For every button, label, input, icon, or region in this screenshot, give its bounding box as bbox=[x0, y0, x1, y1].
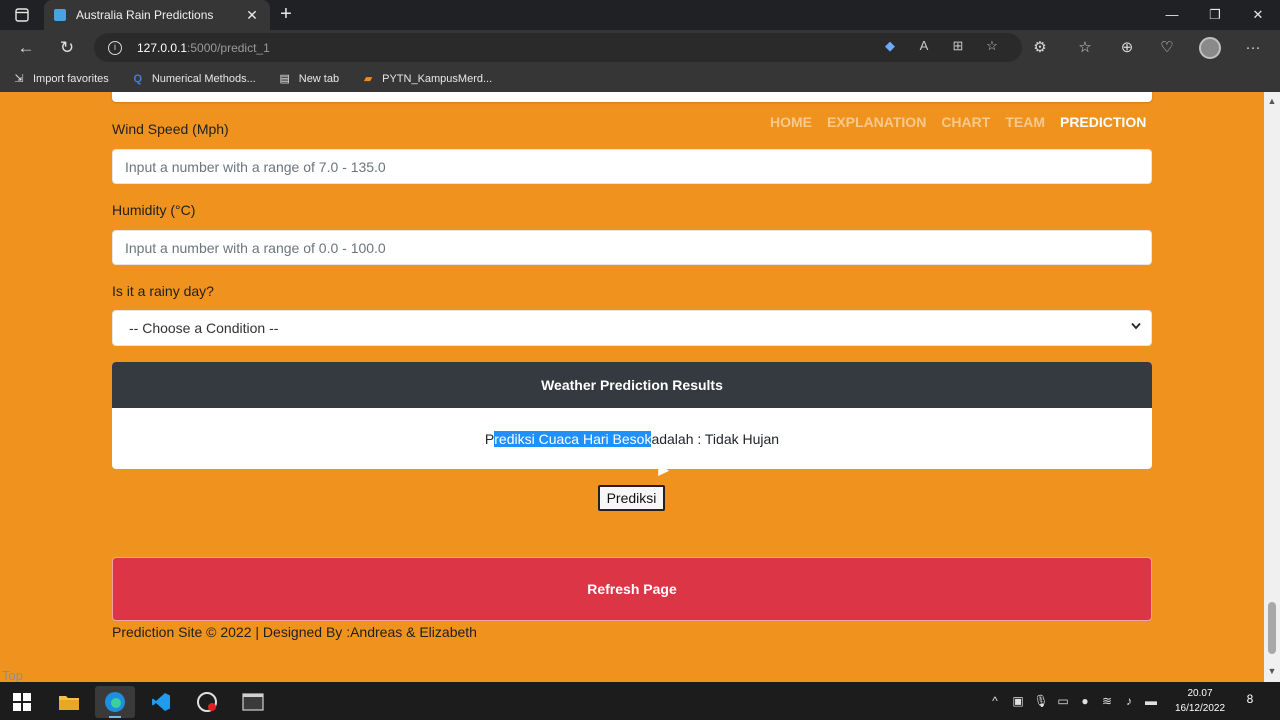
url-host: 127.0.0.1 bbox=[137, 40, 188, 55]
color-app-icon[interactable]: ● bbox=[1077, 693, 1093, 709]
page-viewport: HOME EXPLANATION CHART TEAM PREDICTION W… bbox=[0, 92, 1264, 682]
profile-avatar[interactable] bbox=[1199, 37, 1221, 59]
wind-speed-input[interactable] bbox=[112, 149, 1152, 184]
results-body: Prediksi Cuaca Hari Besok adalah : Tidak… bbox=[112, 408, 1152, 469]
result-text-prefix: P bbox=[484, 430, 495, 447]
favorite-import[interactable]: ⇲ Import favorites bbox=[12, 72, 109, 86]
nav-link-explanation[interactable]: EXPLANATION bbox=[827, 114, 926, 130]
recorder-icon bbox=[197, 692, 217, 712]
refresh-page-button[interactable]: Refresh Page bbox=[112, 557, 1152, 621]
tab-close-icon[interactable]: ✕ bbox=[244, 7, 260, 24]
clock-date: 16/12/2022 bbox=[1174, 703, 1226, 714]
prediction-results-card: Weather Prediction Results Prediksi Cuac… bbox=[112, 362, 1152, 469]
windows-logo-icon bbox=[13, 693, 31, 711]
site-info-icon[interactable]: i bbox=[108, 40, 122, 55]
battery-saver-icon[interactable]: ▭ bbox=[1055, 693, 1071, 709]
import-icon: ⇲ bbox=[14, 73, 24, 85]
add-favorite-icon[interactable]: ☆ bbox=[980, 34, 1004, 58]
q-icon: Q bbox=[133, 72, 143, 85]
wind-speed-label: Wind Speed (Mph) bbox=[112, 121, 229, 137]
favorites-bar: ⇲ Import favorites Q Numerical Methods..… bbox=[0, 65, 1280, 92]
start-button[interactable] bbox=[2, 686, 42, 718]
new-tab-icon[interactable]: + bbox=[276, 4, 296, 26]
notification-center-icon[interactable]: 8 bbox=[1240, 692, 1260, 710]
favorite-label: Import favorites bbox=[33, 72, 109, 85]
favorite-label: New tab bbox=[298, 72, 340, 85]
result-text-suffix: adalah : Tidak Hujan bbox=[651, 430, 780, 447]
obs-taskbar-button[interactable] bbox=[187, 686, 227, 718]
scroll-thumb[interactable] bbox=[1268, 602, 1276, 654]
collections-icon[interactable]: ⊕ bbox=[1115, 36, 1139, 60]
nav-link-team[interactable]: TEAM bbox=[1005, 114, 1045, 130]
close-window-icon[interactable]: ✕ bbox=[1243, 4, 1273, 26]
terminal-taskbar-button[interactable] bbox=[233, 686, 273, 718]
site-favicon-icon bbox=[54, 9, 66, 21]
footer-credit: Prediction Site © 2022 | Designed By :An… bbox=[112, 624, 477, 640]
file-explorer-taskbar-button[interactable] bbox=[49, 686, 89, 718]
extensions-icon[interactable]: ⚙ bbox=[1028, 36, 1052, 60]
system-clock[interactable]: 20.07 16/12/2022 bbox=[1170, 686, 1230, 716]
clock-time: 20.07 bbox=[1187, 688, 1213, 699]
chevron-up-icon[interactable]: ^ bbox=[987, 693, 1003, 709]
refresh-icon[interactable]: ↻ bbox=[55, 36, 79, 60]
tray-app-icon[interactable]: ▣ bbox=[1010, 693, 1026, 709]
nav-link-prediction[interactable]: PREDICTION bbox=[1060, 114, 1146, 130]
speaker-icon[interactable]: ♪ bbox=[1121, 693, 1137, 709]
browser-tab-strip: Australia Rain Predictions ✕ + — ❐ ✕ bbox=[0, 0, 1280, 30]
browser-essentials-icon[interactable]: ♡ bbox=[1155, 36, 1179, 60]
restore-icon[interactable]: ❐ bbox=[1200, 4, 1230, 26]
kampus-icon: ▰ bbox=[363, 73, 373, 85]
select-value: -- Choose a Condition -- bbox=[129, 320, 279, 336]
newtab-icon: ▤ bbox=[279, 73, 290, 85]
notification-count: 8 bbox=[1246, 692, 1254, 706]
window-icon bbox=[242, 693, 264, 711]
back-icon[interactable]: ← bbox=[14, 36, 38, 60]
read-aloud-icon[interactable]: A bbox=[912, 34, 936, 58]
browser-toolbar: ← ↻ i 127.0.0.1:5000/predict_1 ◆ A ⊞ ☆ ⚙… bbox=[0, 30, 1280, 65]
favorite-label: Numerical Methods... bbox=[151, 72, 256, 85]
more-options-icon[interactable]: ··· bbox=[1241, 36, 1265, 60]
edge-icon bbox=[105, 692, 125, 712]
favorite-kampus-merdeka[interactable]: ▰ PYTN_KampusMerd... bbox=[361, 72, 492, 86]
results-header: Weather Prediction Results bbox=[112, 362, 1152, 408]
back-to-top-link[interactable]: Top bbox=[2, 668, 23, 682]
chevron-down-icon bbox=[1131, 321, 1141, 333]
nav-link-chart[interactable]: CHART bbox=[941, 114, 990, 130]
microphone-icon[interactable]: 🎙︎ bbox=[1033, 693, 1049, 709]
favorites-icon[interactable]: ☆ bbox=[1073, 36, 1097, 60]
humidity-label: Humidity (°C) bbox=[112, 202, 196, 218]
browser-tab[interactable]: Australia Rain Predictions ✕ bbox=[44, 0, 270, 30]
predict-button[interactable]: Prediksi bbox=[598, 485, 665, 511]
app-available-icon[interactable]: ⊞ bbox=[946, 34, 970, 58]
windows-taskbar: ^ ▣ 🎙︎ ▭ ● ≋ ♪ ▬ 20.07 16/12/2022 8 bbox=[0, 682, 1280, 720]
coupon-icon[interactable]: ◆ bbox=[878, 34, 902, 58]
minimize-icon[interactable]: — bbox=[1157, 4, 1187, 26]
favorite-label: PYTN_KampusMerd... bbox=[382, 72, 493, 85]
site-navigation: HOME EXPLANATION CHART TEAM PREDICTION bbox=[770, 114, 1146, 130]
vscode-icon bbox=[152, 693, 170, 711]
previous-input-field[interactable] bbox=[112, 92, 1152, 102]
tab-actions-icon[interactable] bbox=[8, 5, 36, 25]
edge-taskbar-button[interactable] bbox=[95, 686, 135, 718]
scroll-up-icon[interactable]: ▲ bbox=[1267, 96, 1277, 106]
nav-link-home[interactable]: HOME bbox=[770, 114, 812, 130]
battery-icon[interactable]: ▬ bbox=[1143, 693, 1159, 709]
favorite-new-tab[interactable]: ▤ New tab bbox=[278, 72, 340, 86]
result-text-selected: rediksi Cuaca Hari Besok bbox=[494, 430, 652, 447]
rainy-condition-select[interactable]: -- Choose a Condition -- bbox=[112, 310, 1152, 346]
page-scrollbar[interactable]: ▲ ▼ bbox=[1264, 92, 1280, 682]
scroll-down-icon[interactable]: ▼ bbox=[1267, 666, 1277, 676]
favorite-numerical-methods[interactable]: Q Numerical Methods... bbox=[131, 72, 256, 86]
url-path: :5000/predict_1 bbox=[187, 40, 270, 55]
vscode-taskbar-button[interactable] bbox=[141, 686, 181, 718]
folder-icon bbox=[59, 696, 79, 710]
humidity-input[interactable] bbox=[112, 230, 1152, 265]
wifi-icon[interactable]: ≋ bbox=[1099, 693, 1115, 709]
tab-title: Australia Rain Predictions bbox=[76, 8, 214, 22]
rainy-day-label: Is it a rainy day? bbox=[112, 283, 214, 299]
